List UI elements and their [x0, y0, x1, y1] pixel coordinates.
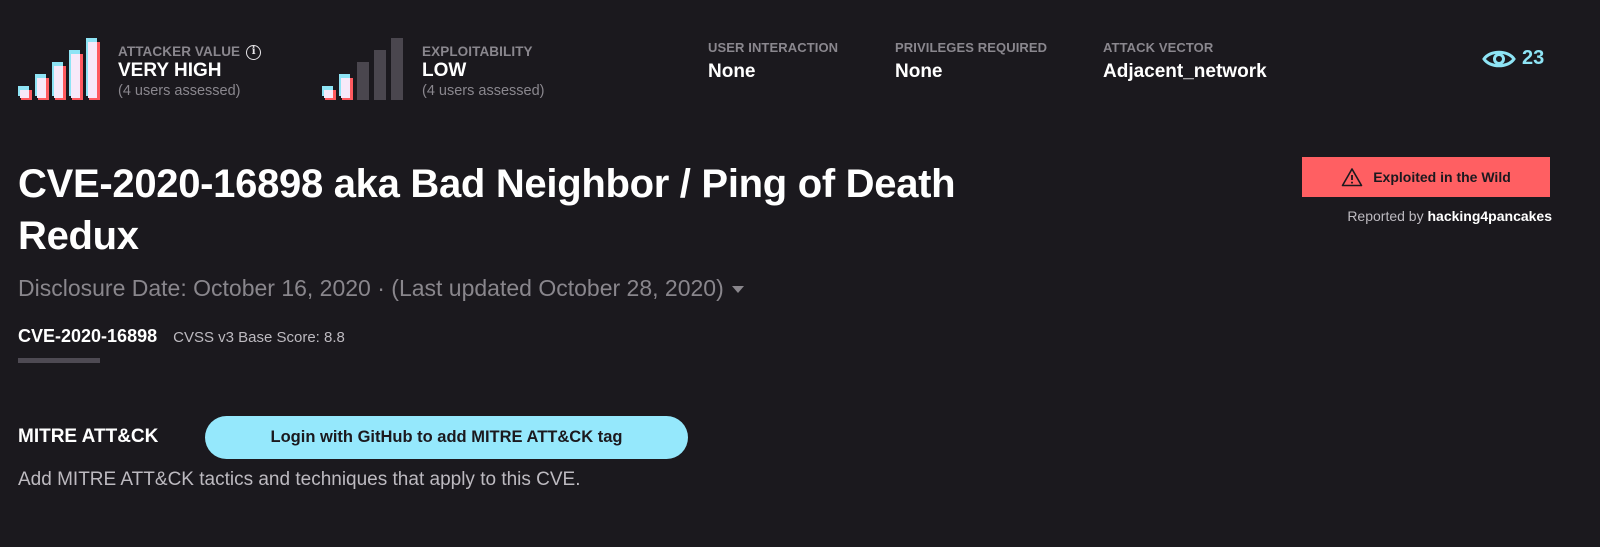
attacker-value-value: VERY HIGH: [118, 60, 222, 81]
cve-tab: CVE-2020-16898 CVSS v3 Base Score: 8.8: [18, 326, 345, 347]
disclosure-dates-dropdown[interactable]: Disclosure Date: October 16, 2020 · (Las…: [18, 275, 744, 302]
level-bar: [18, 86, 32, 100]
reporter-link[interactable]: hacking4pancakes: [1427, 208, 1552, 224]
eye-icon: [1482, 50, 1516, 67]
page-title: CVE-2020-16898 aka Bad Neighbor / Ping o…: [18, 162, 956, 258]
login-github-mitre-button[interactable]: Login with GitHub to add MITRE ATT&CK ta…: [205, 416, 688, 459]
level-bar: [86, 38, 100, 100]
level-bar: [390, 38, 403, 100]
attacker-value-label: ATTACKER VALUE i: [118, 44, 262, 60]
attacker-value-label-text: ATTACKER VALUE: [118, 44, 241, 59]
level-bar: [373, 50, 386, 100]
attacker-value-assessed: (4 users assessed): [118, 83, 241, 99]
tab-cve-id[interactable]: CVE-2020-16898: [18, 326, 157, 347]
exploitability-metric: EXPLOITABILITY LOW (4 users assessed): [322, 36, 545, 100]
reported-prefix: Reported by: [1347, 208, 1424, 224]
views-counter[interactable]: 23: [1482, 47, 1544, 70]
privileges-required-label: PRIVILEGES REQUIRED: [895, 40, 1048, 55]
cvss-base-score: CVSS v3 Base Score: 8.8: [173, 329, 345, 346]
disclosure-dates-text: Disclosure Date: October 16, 2020 · (Las…: [18, 275, 724, 301]
privileges-required-field: PRIVILEGES REQUIRED None: [895, 40, 1047, 83]
attack-vector-field: ATTACK VECTOR Adjacent_network: [1103, 40, 1267, 83]
info-icon[interactable]: i: [246, 44, 262, 60]
user-interaction-field: USER INTERACTION None: [708, 40, 838, 83]
attacker-value-metric: ATTACKER VALUE i VERY HIGH (4 users asse…: [18, 36, 262, 100]
exploitability-label: EXPLOITABILITY: [422, 44, 533, 59]
exploited-in-the-wild-badge[interactable]: Exploited in the Wild: [1302, 157, 1550, 197]
caret-down-icon: [731, 286, 744, 293]
warning-icon: [1341, 168, 1363, 187]
attack-vector-label: ATTACK VECTOR: [1103, 40, 1214, 55]
active-tab-indicator: [18, 358, 100, 363]
level-bar: [322, 86, 336, 100]
level-bar: [52, 62, 66, 100]
mitre-description: Add MITRE ATT&CK tactics and techniques …: [18, 469, 581, 490]
level-bar: [69, 50, 83, 100]
exploitability-assessed: (4 users assessed): [422, 83, 545, 99]
level-bar: [339, 74, 353, 100]
attack-vector-value: Adjacent_network: [1103, 61, 1267, 82]
attacker-value-bars-icon: [18, 36, 102, 100]
exploitability-bars-icon: [322, 36, 406, 100]
exploitability-value: LOW: [422, 60, 467, 81]
user-interaction-label: USER INTERACTION: [708, 40, 839, 55]
user-interaction-value: None: [708, 61, 756, 82]
level-bar: [35, 74, 49, 100]
mitre-attack-heading: MITRE ATT&CK: [18, 426, 159, 447]
views-count: 23: [1522, 47, 1545, 69]
privileges-required-value: None: [895, 61, 943, 82]
reported-by: Reported by hacking4pancakes: [1302, 208, 1552, 224]
exploited-label: Exploited in the Wild: [1373, 169, 1511, 185]
level-bar: [356, 62, 369, 100]
